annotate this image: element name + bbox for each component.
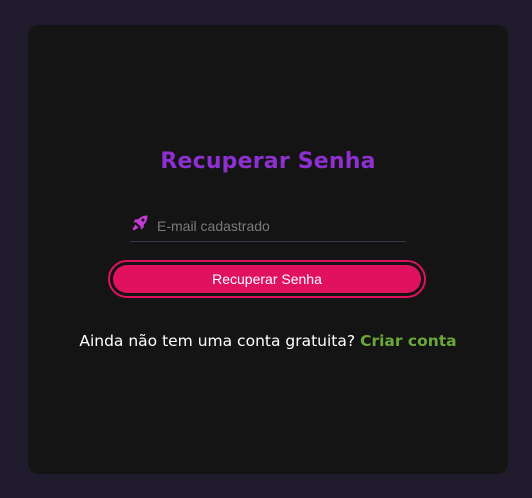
create-account-link[interactable]: Criar conta	[360, 332, 457, 350]
email-input[interactable]	[157, 212, 402, 239]
page-title: Recuperar Senha	[160, 149, 376, 174]
signup-prompt: Ainda não tem uma conta gratuita? Criar …	[28, 332, 508, 350]
email-field-row	[130, 212, 406, 242]
recover-password-button[interactable]: Recuperar Senha	[113, 265, 421, 293]
submit-button-outline: Recuperar Senha	[108, 260, 426, 298]
rocket-icon	[132, 215, 148, 231]
signup-prompt-text: Ainda não tem uma conta gratuita?	[79, 332, 356, 350]
recover-password-card: Recuperar Senha Recuperar Senha Ainda nã…	[28, 25, 508, 474]
